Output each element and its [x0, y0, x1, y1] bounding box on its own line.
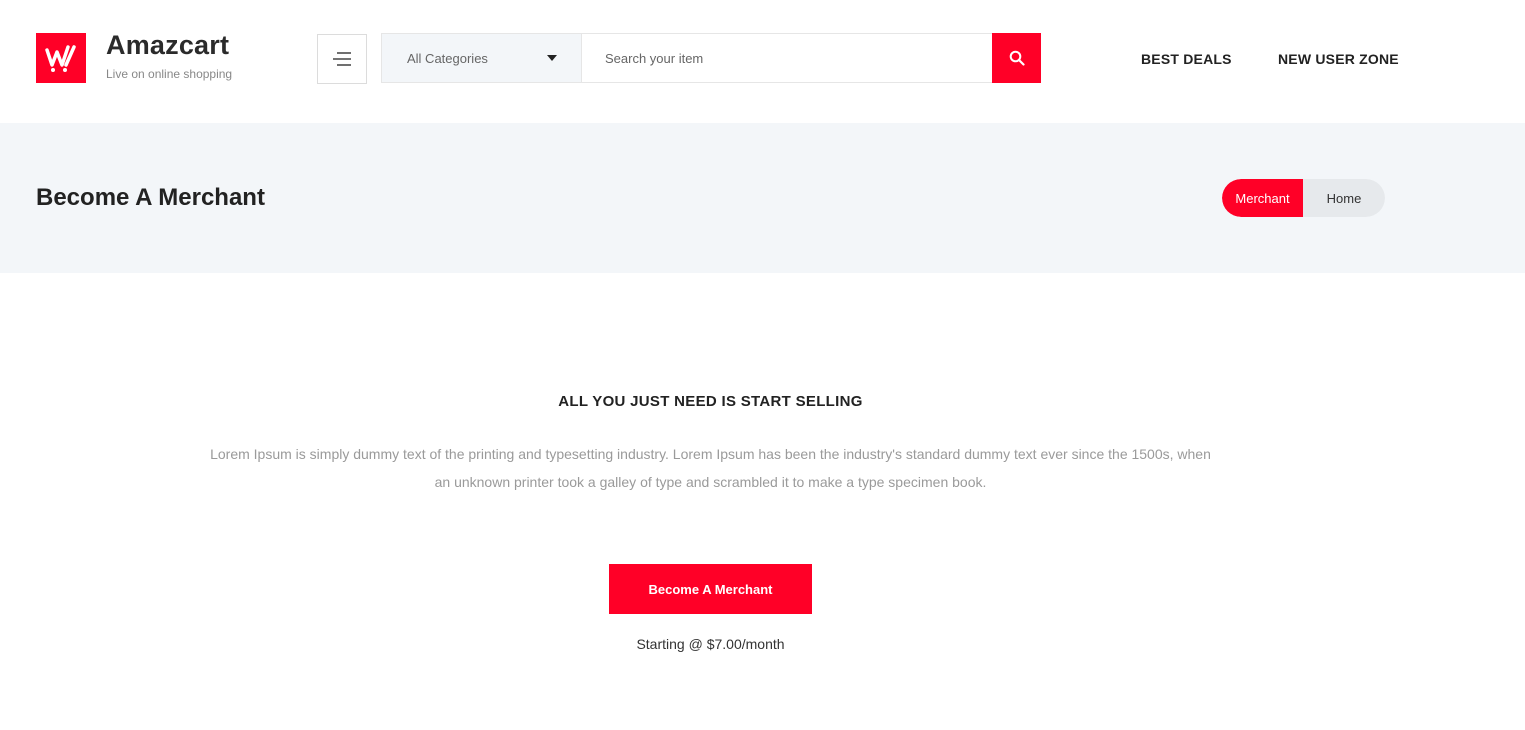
section-heading: ALL YOU JUST NEED IS START SELLING — [558, 393, 863, 410]
search-bar: All Categories — [381, 33, 1041, 83]
become-merchant-button[interactable]: Become A Merchant — [609, 564, 812, 614]
search-input[interactable] — [582, 34, 1040, 82]
hamburger-menu-icon — [333, 52, 351, 66]
nav-link-best-deals[interactable]: BEST DEALS — [1141, 51, 1232, 67]
page-banner: Become A Merchant Merchant Home — [0, 123, 1525, 273]
breadcrumb-home-link[interactable]: Home — [1303, 179, 1385, 217]
brand-tagline: Live on online shopping — [106, 67, 233, 81]
search-button[interactable] — [992, 33, 1041, 83]
page-title: Become A Merchant — [36, 184, 265, 211]
pricing-note: Starting @ $7.00/month — [636, 636, 785, 652]
section-description: Lorem Ipsum is simply dummy text of the … — [210, 446, 1211, 490]
search-icon — [1009, 50, 1025, 66]
category-menu-button[interactable] — [317, 34, 367, 84]
breadcrumb: Merchant Home — [1222, 179, 1385, 217]
breadcrumb-current: Merchant — [1222, 179, 1303, 217]
shopping-cart-logo-icon[interactable] — [36, 33, 86, 83]
category-select-value: All Categories — [407, 50, 488, 66]
site-header: Amazcart Live on online shopping All Cat… — [0, 0, 1525, 123]
category-select[interactable]: All Categories — [382, 34, 582, 82]
chevron-down-icon — [547, 55, 557, 61]
brand-name[interactable]: Amazcart — [106, 30, 229, 61]
nav-link-new-user-zone[interactable]: NEW USER ZONE — [1278, 51, 1399, 67]
